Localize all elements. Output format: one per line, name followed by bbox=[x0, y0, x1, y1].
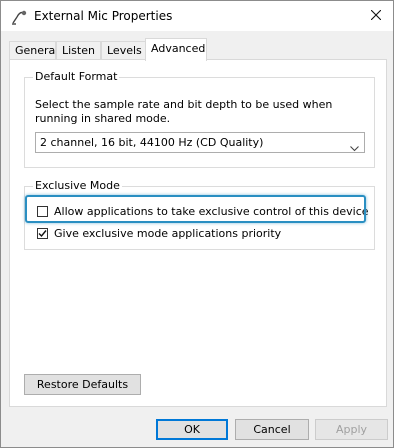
tab-advanced[interactable]: Advanced bbox=[145, 38, 207, 61]
exclusive-mode-title: Exclusive Mode bbox=[33, 179, 122, 192]
close-icon bbox=[370, 9, 382, 23]
default-format-title: Default Format bbox=[33, 70, 120, 83]
window-title: External Mic Properties bbox=[34, 9, 173, 23]
title-bar: External Mic Properties bbox=[1, 1, 393, 31]
restore-defaults-button[interactable]: Restore Defaults bbox=[24, 374, 141, 395]
chevron-down-icon bbox=[350, 139, 359, 158]
default-format-description: Select the sample rate and bit depth to … bbox=[35, 98, 333, 125]
format-dropdown[interactable]: 2 channel, 16 bit, 44100 Hz (CD Quality) bbox=[35, 132, 365, 153]
exclusive-priority-row[interactable]: Give exclusive mode applications priorit… bbox=[37, 227, 281, 240]
advanced-panel: Default Format Select the sample rate an… bbox=[9, 59, 387, 407]
checkmark-icon bbox=[38, 230, 47, 238]
highlight-box bbox=[25, 195, 366, 223]
microphone-icon bbox=[10, 8, 28, 26]
apply-button[interactable]: Apply bbox=[315, 419, 388, 440]
tab-listen[interactable]: Listen bbox=[56, 41, 101, 60]
close-button[interactable] bbox=[359, 1, 393, 31]
default-format-group: Default Format Select the sample rate an… bbox=[24, 70, 375, 168]
exclusive-priority-checkbox[interactable] bbox=[37, 228, 48, 239]
format-selected-value: 2 channel, 16 bit, 44100 Hz (CD Quality) bbox=[40, 136, 264, 149]
cancel-button[interactable]: Cancel bbox=[235, 419, 309, 440]
ok-button[interactable]: OK bbox=[156, 419, 228, 440]
exclusive-priority-label: Give exclusive mode applications priorit… bbox=[54, 227, 282, 240]
properties-dialog: External Mic Properties General Listen L… bbox=[0, 0, 394, 448]
tab-general[interactable]: General bbox=[9, 41, 58, 60]
tab-levels[interactable]: Levels bbox=[101, 41, 146, 60]
